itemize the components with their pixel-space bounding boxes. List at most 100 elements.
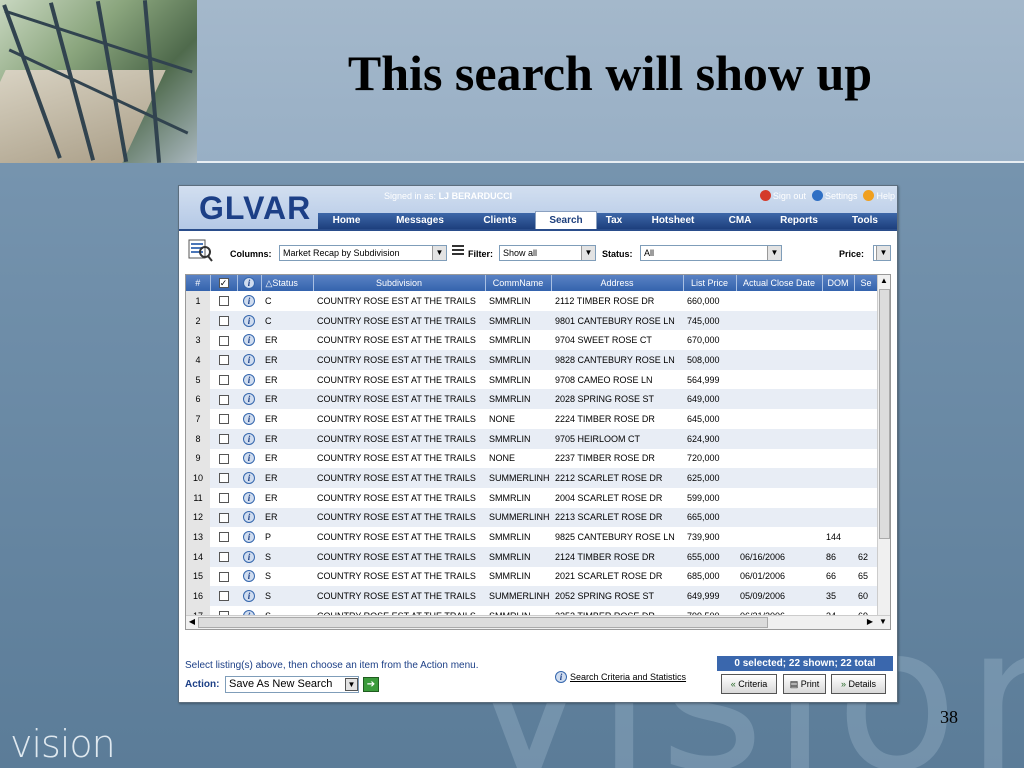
info-icon[interactable]: i [243,373,255,386]
row-select-cell[interactable] [210,586,237,606]
info-icon[interactable]: i [243,531,255,544]
table-row[interactable]: 6 i ER COUNTRY ROSE EST AT THE TRAILS SMMRLI… [186,389,878,410]
row-info-cell[interactable]: i [237,448,261,469]
row-select-cell[interactable] [210,546,237,567]
row-info-cell[interactable]: i [237,389,261,410]
row-select-cell[interactable] [210,369,237,390]
col-dom[interactable]: DOM [822,275,855,291]
row-select-cell[interactable] [210,330,237,351]
table-row[interactable]: 3 i ER COUNTRY ROSE EST AT THE TRAILS SMMRLI… [186,330,878,351]
table-row[interactable]: 9 i ER COUNTRY ROSE EST AT THE TRAILS NONE 22… [186,448,878,469]
col-commname[interactable]: CommName [485,275,552,291]
glvar-logo[interactable]: GLVAR [199,190,311,227]
table-row[interactable]: 16 i S COUNTRY ROSE EST AT THE TRAILS SUMMER… [186,586,878,606]
horizontal-scroll-thumb[interactable] [198,617,768,628]
col-status[interactable]: △Status [261,275,314,291]
row-checkbox[interactable] [218,433,229,444]
table-row[interactable]: 4 i ER COUNTRY ROSE EST AT THE TRAILS SMMRLI… [186,350,878,370]
status-select[interactable]: All ▼ [640,245,782,261]
row-select-cell[interactable] [210,310,237,331]
col-select-all[interactable]: ✓ [210,275,238,291]
row-select-cell[interactable] [210,468,237,488]
row-select-cell[interactable] [210,350,237,370]
tab-cma[interactable]: CMA [715,213,765,229]
row-checkbox[interactable] [218,473,229,484]
info-icon[interactable]: i [243,550,255,563]
criteria-button[interactable]: « Criteria [721,674,777,694]
info-icon[interactable]: i [243,432,255,445]
row-select-cell[interactable] [210,448,237,469]
tab-tools[interactable]: Tools [833,213,897,229]
row-select-cell[interactable] [210,566,237,587]
row-checkbox[interactable] [218,532,229,543]
vertical-scroll-thumb[interactable] [879,289,890,539]
info-icon[interactable]: i [243,294,255,307]
row-checkbox[interactable] [218,453,229,464]
row-info-cell[interactable]: i [237,468,261,488]
tab-search[interactable]: Search [535,211,597,229]
table-row[interactable]: 15 i S COUNTRY ROSE EST AT THE TRAILS SMMRLI… [186,566,878,587]
row-info-cell[interactable]: i [237,428,261,449]
info-icon[interactable]: i [243,393,255,406]
row-checkbox[interactable] [218,493,229,504]
row-checkbox[interactable] [218,512,229,523]
table-row[interactable]: 7 i ER COUNTRY ROSE EST AT THE TRAILS NONE 22… [186,409,878,429]
row-info-cell[interactable]: i [237,369,261,390]
table-row[interactable]: 13 i P COUNTRY ROSE EST AT THE TRAILS SMMRLI… [186,527,878,547]
action-select[interactable]: Save As New Search ▼ [225,676,359,693]
row-info-cell[interactable]: i [237,310,261,331]
info-icon[interactable]: i [243,314,255,327]
row-info-cell[interactable]: i [237,330,261,351]
row-select-cell[interactable] [210,389,237,410]
row-select-cell[interactable] [210,487,237,508]
horizontal-scrollbar[interactable]: ◀ ▶ ▼ [186,615,890,629]
row-checkbox[interactable] [218,296,229,307]
info-icon[interactable]: i [243,412,255,425]
scroll-up-icon[interactable]: ▲ [878,275,890,287]
col-close-date[interactable]: Actual Close Date [736,275,823,291]
criteria-link[interactable]: i Search Criteria and Statistics [555,671,686,683]
info-icon[interactable]: i [243,570,255,583]
scroll-left-icon[interactable]: ◀ [186,616,198,628]
tab-clients[interactable]: Clients [465,213,535,229]
row-checkbox[interactable] [218,394,229,405]
row-info-cell[interactable]: i [237,566,261,587]
table-row[interactable]: 5 i ER COUNTRY ROSE EST AT THE TRAILS SMMRLI… [186,369,878,390]
row-info-cell[interactable]: i [237,291,261,311]
sign-out-link[interactable]: Sign out [759,190,806,201]
search-results-icon[interactable] [187,238,213,262]
row-select-cell[interactable] [210,527,237,547]
row-checkbox[interactable] [218,374,229,385]
tab-tax[interactable]: Tax [597,213,631,229]
scroll-right-icon[interactable]: ▶ [864,616,876,628]
row-info-cell[interactable]: i [237,487,261,508]
col-number[interactable]: # [186,275,211,291]
tab-home[interactable]: Home [318,213,375,229]
row-checkbox[interactable] [218,355,229,366]
columns-select[interactable]: Market Recap by Subdivision ▼ [279,245,447,261]
help-link[interactable]: Help [863,190,895,201]
info-icon[interactable]: i [243,334,255,347]
table-row[interactable]: 14 i S COUNTRY ROSE EST AT THE TRAILS SMMRLI… [186,546,878,567]
price-select[interactable]: ▼ [873,245,891,261]
info-icon[interactable]: i [243,491,255,504]
table-row[interactable]: 11 i ER COUNTRY ROSE EST AT THE TRAILS SMMRL… [186,487,878,508]
row-checkbox[interactable] [218,571,229,582]
info-icon[interactable]: i [243,472,255,485]
row-checkbox[interactable] [218,414,229,425]
table-row[interactable]: 10 i ER COUNTRY ROSE EST AT THE TRAILS SUMME… [186,468,878,488]
row-select-cell[interactable] [210,291,237,311]
row-checkbox[interactable] [218,335,229,346]
details-button[interactable]: » Details [831,674,886,694]
scroll-down-icon[interactable]: ▼ [877,616,889,628]
row-info-cell[interactable]: i [237,586,261,606]
col-se[interactable]: Se [854,275,879,291]
print-button[interactable]: ▤ Print [783,674,826,694]
col-subdivision[interactable]: Subdivision [313,275,486,291]
tab-hotsheet[interactable]: Hotsheet [631,213,715,229]
table-row[interactable]: 12 i ER COUNTRY ROSE EST AT THE TRAILS SUMME… [186,507,878,528]
row-checkbox[interactable] [218,315,229,326]
info-icon[interactable]: i [243,353,255,366]
select-all-checkbox[interactable]: ✓ [218,278,229,289]
row-checkbox[interactable] [218,591,229,602]
